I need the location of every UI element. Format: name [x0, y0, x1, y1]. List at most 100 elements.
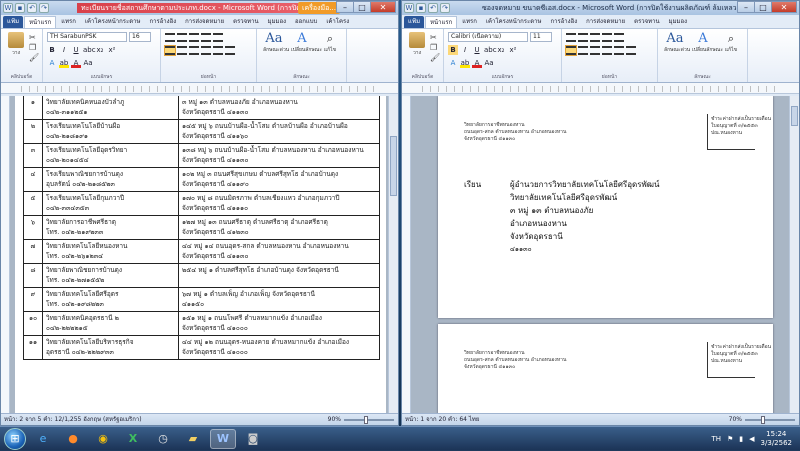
- minimize-button[interactable]: –: [737, 1, 755, 13]
- close-button[interactable]: ✕: [771, 1, 797, 13]
- address-cell[interactable]: ๑๔๕ หมู่ ๖ ถนนบ้านผือ-น้ำโสม ตำบลบ้านผือ…: [178, 120, 379, 143]
- schools-table[interactable]: ๑ วิทยาลัยเทคนิคหนองบัวลำภู ๐๔๒-๓๑๑๒๕๑๓ หม…: [23, 96, 380, 360]
- maximize-button[interactable]: □: [353, 1, 371, 13]
- zoom-knob[interactable]: [364, 416, 368, 424]
- font-size-box[interactable]: 11: [530, 32, 552, 42]
- editing-button[interactable]: ⌕ แก้ไข: [720, 32, 742, 54]
- shading-icon[interactable]: [225, 46, 235, 55]
- tab-design[interactable]: ออกแบบ: [291, 16, 321, 28]
- font-color-icon[interactable]: A: [71, 58, 81, 68]
- table-row[interactable]: ๒ โรงเรียนเทคโนโลยีบ้านผือ ๐๔๒-๒๑๘๑๙๑ ๑๔๕ ห…: [24, 120, 379, 144]
- highlight-icon[interactable]: ab: [59, 58, 69, 68]
- quick-styles-button[interactable]: Aa ลักษณะด่วน: [263, 32, 289, 54]
- increase-indent-icon[interactable]: [213, 33, 223, 42]
- clock-app-icon[interactable]: ◷: [150, 429, 176, 449]
- zoom-slider[interactable]: [344, 416, 394, 424]
- tab-mailings[interactable]: การส่งจดหมาย: [582, 16, 629, 28]
- flag-icon[interactable]: ⚑: [727, 435, 733, 443]
- align-center-icon[interactable]: [578, 46, 588, 55]
- table-row[interactable]: ๑๑ วิทยาลัยเทคโนโลยีบริหารธุรกิจ อุดรธานี …: [24, 336, 379, 360]
- justify-icon[interactable]: [201, 46, 211, 55]
- firefox-icon[interactable]: ●: [60, 429, 86, 449]
- zoom-level[interactable]: 70%: [729, 414, 742, 425]
- redo-icon[interactable]: ↷: [39, 3, 49, 13]
- document-area[interactable]: ๑ วิทยาลัยเทคนิคหนองบัวลำภู ๐๔๒-๓๑๑๒๕๑๓ หม…: [1, 96, 398, 413]
- address-cell[interactable]: ๔๔ หมู่ ๑๒ ถนนอุดร-หนองคาย ตำบลหมากแข้ง …: [178, 336, 379, 359]
- tab-insert[interactable]: แทรก: [458, 16, 481, 28]
- text-effects-icon[interactable]: A: [448, 58, 458, 68]
- school-name-cell[interactable]: โรงเรียนเทคโนโลยีอุดรวิทยา ๐๔๒-๒๐๑๔๕๔: [42, 144, 178, 167]
- table-row[interactable]: ๘ วิทยาลัยพาณิชยการบ้านดุง โทร. ๐๔๒-๒๗๑๕๕๒…: [24, 264, 379, 288]
- address-cell[interactable]: ๑๕๑ หมู่ ๑ ถนนโพศรี ตำบลหมากแข้ง อำเภอเม…: [178, 312, 379, 335]
- tab-review[interactable]: ตรวจทาน: [229, 16, 262, 28]
- address-cell[interactable]: ๑๓๘ หมู่ ๖ ถนนบ้านผือ-น้ำโสม ตำบลหนองหาน…: [178, 144, 379, 167]
- tab-file[interactable]: แฟ้ม: [3, 16, 24, 28]
- bold-button[interactable]: B: [47, 45, 57, 55]
- change-styles-button[interactable]: A เปลี่ยนลักษณะ: [692, 32, 723, 54]
- clock[interactable]: 15:24 3/3/2562: [761, 430, 792, 448]
- vertical-scrollbar[interactable]: [789, 96, 799, 413]
- table-row[interactable]: ๕ โรงเรียนเทคโนโลยีกุมภวาปี ๐๔๒-๓๓๔๓๕๓ ๑๗๐ …: [24, 192, 379, 216]
- bold-button[interactable]: B: [448, 45, 458, 55]
- tab-layout[interactable]: เค้าโครง: [322, 16, 353, 28]
- highlight-icon[interactable]: ab: [460, 58, 470, 68]
- excel-icon[interactable]: X: [120, 429, 146, 449]
- tab-file[interactable]: แฟ้ม: [404, 16, 425, 28]
- font-size-box[interactable]: 16: [129, 32, 151, 42]
- school-name-cell[interactable]: วิทยาลัยเทคโนโลยีศรีอุดร โทร. ๐๔๒-๑๙๘๒๒๓: [42, 288, 178, 311]
- cut-copy-icons[interactable]: ✂ ❐ 🖌: [430, 33, 440, 63]
- zoom-level[interactable]: 90%: [328, 414, 341, 425]
- school-name-cell[interactable]: โรงเรียนเทคโนโลยีกุมภวาปี ๐๔๒-๓๓๔๓๕๓: [42, 192, 178, 215]
- tab-insert[interactable]: แทรก: [57, 16, 80, 28]
- increase-indent-icon[interactable]: [614, 33, 624, 42]
- horizontal-ruler[interactable]: [402, 83, 799, 94]
- address-cell[interactable]: ๑๗๐ หมู่ ๘ ถนนมิตรภาพ ตำบลเชียงแหว อำเภอ…: [178, 192, 379, 215]
- bullets-icon[interactable]: [566, 33, 576, 42]
- text-effects-icon[interactable]: A: [47, 58, 57, 68]
- save-icon[interactable]: ▪: [416, 3, 426, 13]
- change-styles-button[interactable]: A เปลี่ยนลักษณะ: [291, 32, 322, 54]
- table-row[interactable]: ๓ โรงเรียนเทคโนโลยีอุดรวิทยา ๐๔๒-๒๐๑๔๕๔ ๑๓๘…: [24, 144, 379, 168]
- tab-review[interactable]: ตรวจทาน: [630, 16, 663, 28]
- address-cell[interactable]: ๓ หมู่ ๑๓ ตำบลหนองภัย อำเภอหนองหาน จังหวั…: [178, 96, 379, 119]
- school-name-cell[interactable]: วิทยาลัยเทคนิคหนองบัวลำภู ๐๔๒-๓๑๑๒๕๑: [42, 96, 178, 119]
- table-row[interactable]: ๙ วิทยาลัยเทคโนโลยีศรีอุดร โทร. ๐๔๒-๑๙๘๒๒๓…: [24, 288, 379, 312]
- folder-icon[interactable]: ▰: [180, 429, 206, 449]
- scrollbar-thumb[interactable]: [791, 106, 798, 126]
- start-button[interactable]: ⊞: [4, 427, 26, 450]
- justify-icon[interactable]: [602, 46, 612, 55]
- tab-page-layout[interactable]: เค้าโครงหน้ากระดาษ: [81, 16, 145, 28]
- line-spacing-icon[interactable]: [614, 46, 624, 55]
- subscript-button[interactable]: x₂: [95, 45, 105, 55]
- camera-icon[interactable]: ◙: [240, 429, 266, 449]
- line-spacing-icon[interactable]: [213, 46, 223, 55]
- school-name-cell[interactable]: วิทยาลัยเทคโนโลยีหนองหาน โทร. ๐๔๒-๒๖๑๒๓๔: [42, 240, 178, 263]
- address-cell[interactable]: ๒๕๔ หมู่ ๑ ตำบลศรีสุทโธ อำเภอบ้านดุง จัง…: [178, 264, 379, 287]
- school-name-cell[interactable]: วิทยาลัยเทคนิคอุดรธานี ๒๐๔๒-๒๒๒๒๑๕: [42, 312, 178, 335]
- undo-icon[interactable]: ↶: [428, 3, 438, 13]
- zoom-knob[interactable]: [761, 416, 765, 424]
- font-name-box[interactable]: TH SarabunPSK: [47, 32, 127, 42]
- decrease-indent-icon[interactable]: [201, 33, 211, 42]
- tab-references[interactable]: การอ้างอิง: [145, 16, 180, 28]
- bullets-icon[interactable]: [165, 33, 175, 42]
- table-row[interactable]: ๔ โรงเรียนพาณิชยการบ้านดุง อุบลรัตน์ ๐๔๒-๒…: [24, 168, 379, 192]
- word-taskbar-icon[interactable]: W: [210, 428, 236, 449]
- tab-mailings[interactable]: การส่งจดหมาย: [181, 16, 228, 28]
- underline-button[interactable]: U: [472, 45, 482, 55]
- word-app-icon[interactable]: W: [3, 3, 13, 13]
- school-name-cell[interactable]: วิทยาลัยพาณิชยการบ้านดุง โทร. ๐๔๒-๒๗๑๕๕๒: [42, 264, 178, 287]
- cut-copy-icons[interactable]: ✂ ❐ 🖌: [29, 33, 39, 63]
- table-tools-context-tab[interactable]: เครื่องมือ...: [298, 2, 340, 14]
- save-icon[interactable]: ▪: [15, 3, 25, 13]
- superscript-button[interactable]: x²: [107, 45, 117, 55]
- paste-button[interactable]: วาง: [406, 32, 428, 57]
- tab-view[interactable]: มุมมอง: [264, 16, 290, 28]
- numbering-icon[interactable]: [177, 33, 187, 42]
- address-cell[interactable]: ๖๗ หมู่ ๑ ตำบลเพ็ญ อำเภอเพ็ญ จังหวัดอุดร…: [178, 288, 379, 311]
- recipient-address[interactable]: เรียน ผู้อำนวยการวิทยาลัยเทคโนโลยีศรีอุด…: [464, 178, 659, 256]
- address-cell[interactable]: ๔๔ หมู่ ๑๔ ถนนอุดร-สกล ตำบลหนองหาน อำเภอ…: [178, 240, 379, 263]
- strikethrough-button[interactable]: abc: [83, 45, 96, 55]
- network-icon[interactable]: ▮: [739, 435, 743, 443]
- align-left-icon[interactable]: [565, 45, 577, 56]
